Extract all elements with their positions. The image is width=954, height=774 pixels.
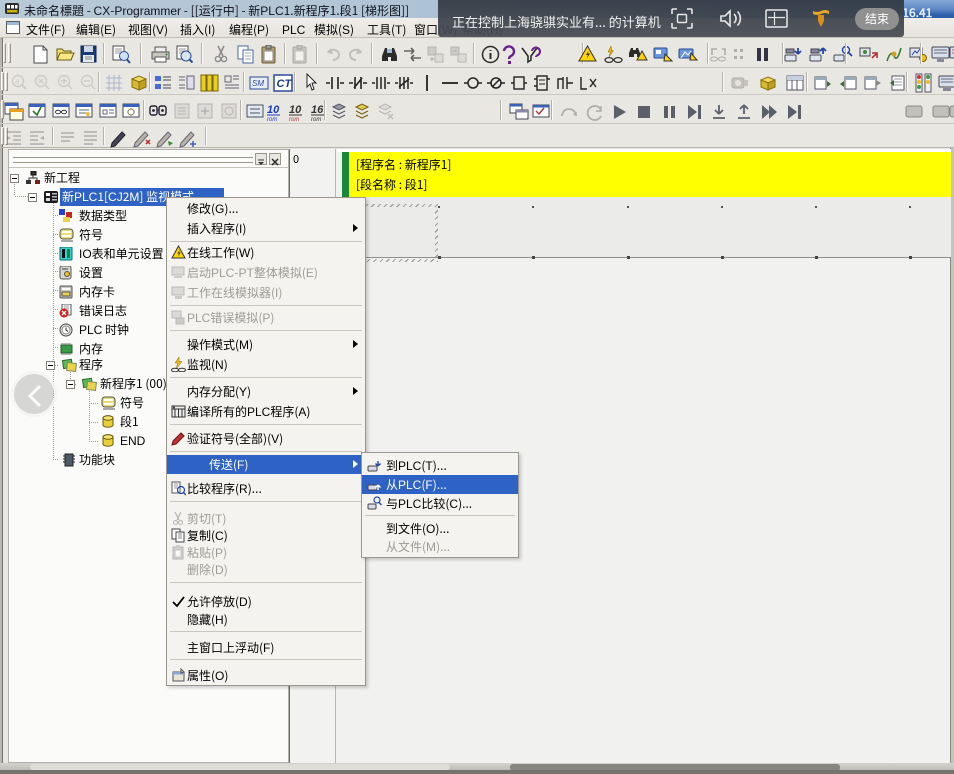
svg-text:16: 16: [311, 104, 324, 116]
svg-text:rom: rom: [289, 117, 299, 122]
svg-text:a: a: [15, 76, 20, 87]
svg-text:10: 10: [289, 104, 302, 116]
svg-text:SM: SM: [252, 79, 264, 88]
svg-text:rom: rom: [311, 117, 321, 122]
svg-text:rom: rom: [267, 117, 277, 122]
svg-text:CT: CT: [277, 78, 293, 90]
svg-text:10: 10: [267, 104, 280, 116]
